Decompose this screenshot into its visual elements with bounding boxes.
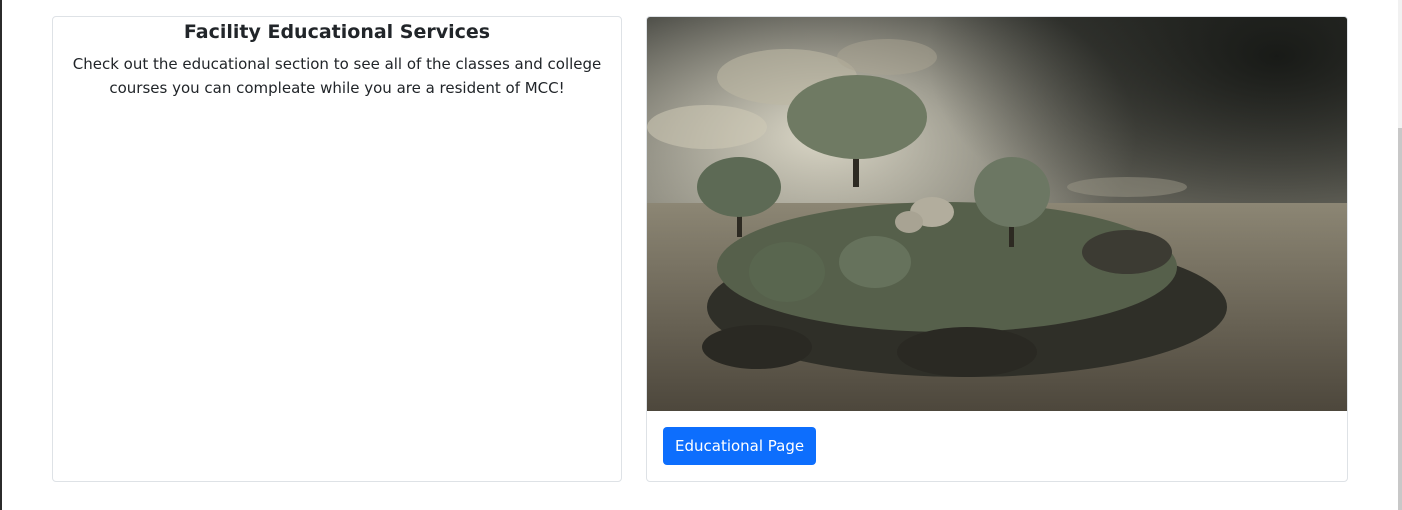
- window-edge: [0, 0, 2, 510]
- page-scrollbar[interactable]: [1398, 0, 1402, 510]
- page: Facility Educational Services Check out …: [0, 0, 1402, 510]
- scrollbar-thumb[interactable]: [1398, 128, 1402, 510]
- education-info-card: Facility Educational Services Check out …: [52, 16, 622, 482]
- card-title: Facility Educational Services: [183, 21, 491, 43]
- turtle-island-image: [647, 17, 1347, 411]
- educational-page-button[interactable]: Educational Page: [663, 427, 817, 465]
- card-description: Check out the educational section to see…: [72, 55, 602, 97]
- image-card: Educational Page: [646, 16, 1348, 482]
